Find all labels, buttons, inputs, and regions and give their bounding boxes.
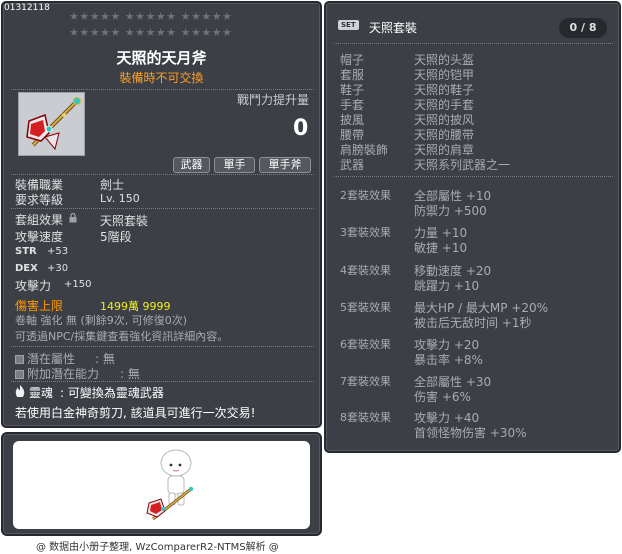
attack-speed-label: 攻擊速度: [15, 230, 64, 244]
footer-credit: @ 数据由小册子整理, WzComparerR2-NTMS解析 @: [36, 542, 279, 553]
item-name: 天照的天月斧: [116, 49, 207, 67]
item-id: 01312118: [4, 3, 50, 13]
additional-potential-icon: [15, 370, 24, 379]
set-badge: SET: [338, 20, 359, 30]
star-force-row-2: ★★★★★ ★★★★★ ★★★★★: [69, 26, 233, 39]
scroll-upgrade-info: 卷軸 強化 無 (剩餘9次, 可修復0次): [15, 314, 188, 327]
effect-stat: 首领怪物伤害 +30%: [414, 426, 527, 440]
set-effect-value: 天照套裝: [100, 214, 149, 228]
str-label: STR: [15, 246, 37, 257]
soul-value: : 可變換為靈魂武器: [60, 386, 164, 400]
potential-label: 潛在屬性: [27, 352, 76, 366]
effect-stat: 跳躍力 +10: [414, 279, 480, 293]
set-name: 天照套裝: [369, 21, 418, 35]
tag-one-handed: 單手: [214, 157, 255, 173]
attack-label: 攻擊力: [15, 279, 52, 293]
attack-value: +150: [64, 279, 92, 290]
job-value: 劍士: [100, 178, 125, 192]
avatar-canvas: [13, 441, 310, 529]
soul-label: 靈魂: [29, 386, 54, 400]
effect-tier: 4套裝效果: [340, 264, 391, 277]
combat-power-value: 0: [293, 116, 309, 141]
attack-speed-value: 5階段: [100, 230, 132, 244]
star-force-row-1: ★★★★★ ★★★★★ ★★★★★: [69, 10, 233, 23]
dex-label: DEX: [15, 263, 38, 274]
effect-stat: 暴击率 +8%: [414, 353, 483, 367]
effect-tier: 3套裝效果: [340, 226, 391, 239]
effect-stat: 敏捷 +10: [414, 241, 468, 255]
additional-potential-value: : 無: [120, 367, 140, 381]
npc-info: 可透過NPC/採集鍵查看強化資訊詳細內容。: [15, 330, 229, 343]
req-level-label: 要求等級: [15, 193, 64, 207]
piece-slot: 武器: [340, 158, 365, 172]
additional-potential-row: 附加潛在能力: [15, 365, 99, 382]
set-effect-label: 套組效果: [15, 213, 64, 227]
trade-restriction: 裝備時不可交換: [119, 71, 204, 85]
tag-one-handed-axe: 單手斧: [259, 157, 311, 173]
soul-flame-icon: [15, 385, 25, 398]
effect-tier: 8套裝效果: [340, 411, 391, 424]
piece-name: 天照系列武器之一: [414, 158, 511, 172]
scissors-info: 若使用白金神奇剪刀, 該道具可進行一次交易!: [15, 406, 256, 420]
additional-potential-label: 附加潛在能力: [27, 367, 100, 381]
lock-icon: [69, 212, 77, 223]
character-avatar: [146, 449, 194, 521]
effect-tier: 2套裝效果: [340, 189, 391, 202]
set-tooltip: SET 天照套裝 0 / 8 帽子 天照的头盔 套服 天照的铠甲 鞋子 天照的鞋…: [324, 1, 621, 453]
effect-stat: 被击后无敌时间 +1秒: [414, 316, 532, 330]
effect-stat: 伤害 +6%: [414, 390, 471, 404]
item-tooltip: 01312118 ★★★★★ ★★★★★ ★★★★★ ★★★★★ ★★★★★ ★…: [1, 1, 322, 428]
dex-value: +30: [47, 263, 69, 274]
combat-power-label: 戰鬥力提升量: [237, 93, 310, 107]
axe-icon: [26, 97, 81, 151]
effect-tier: 5套裝效果: [340, 301, 391, 314]
tag-weapon: 武器: [173, 157, 210, 173]
item-icon-box: [18, 92, 85, 156]
str-value: +53: [47, 246, 69, 257]
avatar-preview: [1, 432, 322, 536]
effect-stat: 防禦力 +500: [414, 204, 487, 218]
set-count: 0 / 8: [559, 18, 607, 38]
req-level-value: Lv. 150: [100, 192, 140, 205]
potential-icon: [15, 355, 24, 364]
effect-tier: 6套裝效果: [340, 338, 391, 351]
effect-tier: 7套裝效果: [340, 375, 391, 388]
